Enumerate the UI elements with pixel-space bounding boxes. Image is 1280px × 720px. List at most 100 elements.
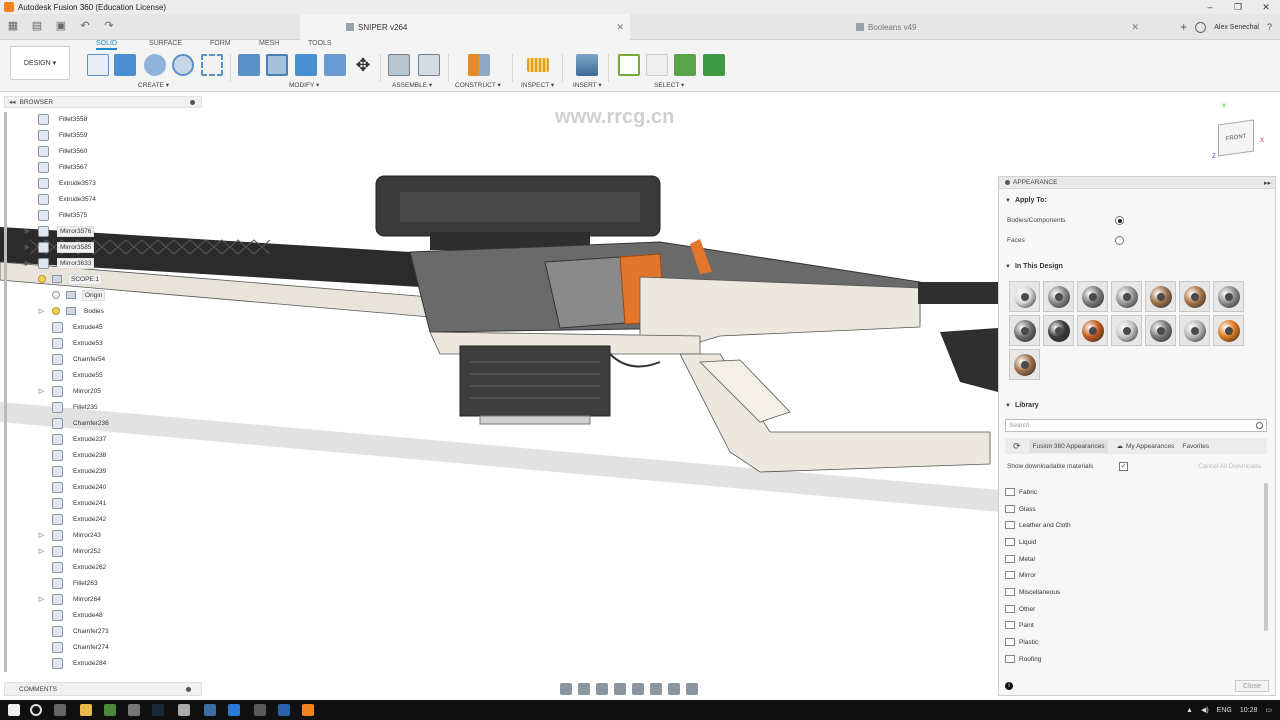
fillet-icon[interactable] <box>266 54 288 76</box>
category-paint[interactable]: Paint <box>1005 619 1034 631</box>
create-sketch-icon[interactable] <box>87 54 109 76</box>
select-priority-icon[interactable] <box>674 54 696 76</box>
tree-item[interactable]: Fillet3558 <box>38 112 89 126</box>
minimize-icon[interactable]: – <box>1196 0 1224 14</box>
category-leather[interactable]: Leather and Cloth <box>1005 519 1071 531</box>
display-settings-icon[interactable] <box>650 683 662 695</box>
tree-item[interactable]: ▷ Mirror243 <box>38 528 103 542</box>
collapse-triangle-icon[interactable]: ▼ <box>1005 264 1011 270</box>
maximize-icon[interactable]: ❐ <box>1224 0 1252 14</box>
category-plastic[interactable]: Plastic <box>1005 636 1038 648</box>
redo-icon[interactable]: ↷ <box>102 18 116 32</box>
shell-icon[interactable] <box>324 54 346 76</box>
bodies-radio[interactable] <box>1115 216 1124 225</box>
tree-item[interactable]: Extrude3574 <box>38 192 98 206</box>
tree-item[interactable]: Extrude238 <box>52 448 108 462</box>
tree-item[interactable]: Extrude241 <box>52 496 108 510</box>
app-icon[interactable] <box>128 704 140 716</box>
new-joint-icon[interactable] <box>388 54 410 76</box>
file-explorer-icon[interactable] <box>80 704 92 716</box>
windows-start-icon[interactable] <box>8 704 20 716</box>
inspect-menu[interactable]: INSPECT ▾ <box>521 81 554 89</box>
app-icon[interactable] <box>204 704 216 716</box>
category-miscellaneous[interactable]: Miscellaneous <box>1005 586 1060 598</box>
expand-caret-icon[interactable]: ▶ <box>24 228 31 235</box>
tree-item[interactable]: Chamfer274 <box>52 640 111 654</box>
tree-item[interactable]: Chamfer54 <box>52 352 107 366</box>
category-mirror[interactable]: Mirror <box>1005 569 1036 581</box>
pin-icon[interactable] <box>1005 180 1010 185</box>
tab-mesh[interactable]: MESH <box>259 40 279 47</box>
tree-item[interactable]: Extrude45 <box>52 320 105 334</box>
window-select-icon[interactable] <box>646 54 668 76</box>
faces-radio[interactable] <box>1115 236 1124 245</box>
tree-item[interactable]: Fillet235 <box>52 400 100 414</box>
insert-menu[interactable]: INSERT ▾ <box>573 81 602 89</box>
appearance-swatch[interactable] <box>1145 281 1176 312</box>
tab-fusion-appearances[interactable]: Fusion 360 Appearances <box>1028 439 1109 453</box>
tab-my-appearances[interactable]: My Appearances <box>1126 443 1174 450</box>
appearance-swatch[interactable] <box>1111 315 1142 346</box>
user-name[interactable]: Alex Senechal <box>1214 24 1259 31</box>
collapse-triangle-icon[interactable]: ▼ <box>1005 403 1011 409</box>
collapse-triangle-icon[interactable]: ▼ <box>1005 198 1011 204</box>
assemble-menu[interactable]: ASSEMBLE ▾ <box>392 81 432 89</box>
close-icon[interactable]: ✕ <box>1252 0 1280 14</box>
close-button[interactable]: Close <box>1235 680 1269 692</box>
expand-icon[interactable]: ▸▸ <box>1264 179 1271 187</box>
tree-item[interactable]: ▷ Bodies <box>38 304 106 318</box>
insert-image-icon[interactable] <box>576 54 598 76</box>
tab-booleans[interactable]: Booleans v49 ✕ <box>630 14 1145 40</box>
viewcube[interactable]: FRONT Y X Z <box>1212 104 1264 160</box>
orbit-icon[interactable] <box>560 683 572 695</box>
tree-item[interactable]: Extrude242 <box>52 512 108 526</box>
tab-solid[interactable]: SOLID <box>96 40 118 50</box>
as-built-joint-icon[interactable] <box>418 54 440 76</box>
expand-caret-icon[interactable]: ▶ <box>24 260 31 267</box>
task-view-icon[interactable] <box>54 704 66 716</box>
clock[interactable]: 10:28 <box>1240 707 1258 714</box>
move-icon[interactable]: ✥ <box>352 54 374 76</box>
pin-icon[interactable] <box>186 686 191 692</box>
zoom-icon[interactable] <box>614 683 626 695</box>
pan-icon[interactable] <box>596 683 608 695</box>
tree-item[interactable]: Origin <box>52 288 106 302</box>
save-icon[interactable]: ▣ <box>54 18 68 32</box>
tree-item[interactable]: Extrude240 <box>52 480 108 494</box>
expand-caret-icon[interactable]: ▷ <box>38 388 45 395</box>
language-indicator[interactable]: ENG <box>1217 707 1232 714</box>
workspace-switcher[interactable]: DESIGN ▾ <box>10 46 70 80</box>
appearance-swatch[interactable] <box>1043 281 1074 312</box>
network-icon[interactable]: ▲ <box>1186 707 1193 714</box>
app-icon[interactable] <box>278 704 290 716</box>
tree-item[interactable]: Fillet3559 <box>38 128 89 142</box>
comments-panel[interactable]: COMMENTS <box>4 682 202 696</box>
fit-icon[interactable] <box>632 683 644 695</box>
chamfer-icon[interactable] <box>295 54 317 76</box>
extrude-icon[interactable] <box>144 54 166 76</box>
revolve-icon[interactable] <box>172 54 194 76</box>
tree-item[interactable]: Extrude284 <box>52 656 108 670</box>
category-roofing[interactable]: Roofing <box>1005 653 1041 665</box>
selection-filter-icon[interactable] <box>703 54 725 76</box>
help-icon[interactable]: ? <box>1267 22 1272 32</box>
tab-close-icon[interactable]: ✕ <box>1131 22 1139 33</box>
chrome-icon[interactable] <box>104 704 116 716</box>
appearance-swatch[interactable] <box>1179 281 1210 312</box>
appearance-swatch[interactable] <box>1077 281 1108 312</box>
appearance-swatch[interactable] <box>1077 315 1108 346</box>
category-liquid[interactable]: Liquid <box>1005 536 1036 548</box>
category-metal[interactable]: Metal <box>1005 553 1035 565</box>
refresh-icon[interactable]: ⟳ <box>1013 441 1021 452</box>
offset-plane-icon[interactable] <box>468 54 490 76</box>
select-menu[interactable]: SELECT ▾ <box>654 81 684 89</box>
volume-icon[interactable]: ◀) <box>1201 706 1209 714</box>
apply-to-section[interactable]: ▼ Apply To: <box>1005 197 1047 204</box>
data-panel-icon[interactable]: ▦ <box>6 18 20 32</box>
library-scrollbar[interactable] <box>1264 483 1268 631</box>
tree-item[interactable]: ▷ Mirror205 <box>38 384 103 398</box>
appearance-swatch[interactable] <box>1009 315 1040 346</box>
modify-menu[interactable]: MODIFY ▾ <box>289 81 319 89</box>
app-icon[interactable] <box>178 704 190 716</box>
tree-item[interactable]: ▶ Mirror3576 <box>24 224 95 238</box>
